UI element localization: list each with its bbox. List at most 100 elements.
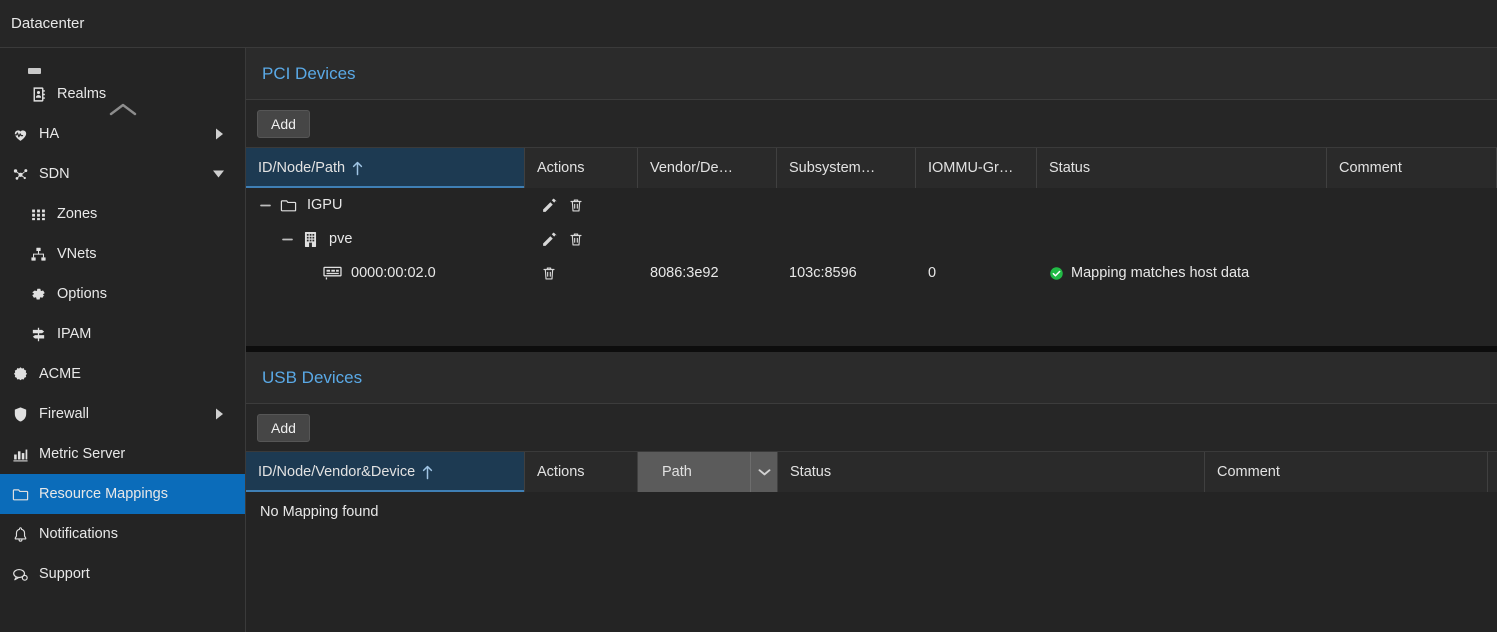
cell-iommu-group [916, 222, 1037, 256]
sidebar-item-label: VNets [57, 246, 97, 262]
pci-toolbar: Add [246, 100, 1497, 148]
column-header-vendor-de[interactable]: Vendor/De… [638, 148, 777, 188]
cell-subsystem [777, 222, 916, 256]
folder-icon [8, 486, 32, 503]
delete-icon[interactable] [541, 265, 557, 282]
sidebar-item-resource-mappings[interactable]: Resource Mappings [0, 474, 245, 514]
column-header-label: Vendor/De… [650, 160, 734, 176]
sidebar-item-metric-server[interactable]: Metric Server [0, 434, 245, 474]
cell-status [1037, 222, 1327, 256]
expand-arrow-right-icon[interactable] [214, 408, 225, 421]
column-header-label: Comment [1339, 160, 1402, 176]
sitemap-icon [26, 246, 50, 263]
comments-icon [8, 566, 32, 583]
expand-arrow-down-icon[interactable] [212, 169, 225, 180]
column-header-id-node-path[interactable]: ID/Node/Path [246, 148, 525, 188]
folder-icon [276, 197, 300, 214]
sidebar-item-label: Metric Server [39, 446, 126, 462]
network-nodes-icon [8, 166, 32, 183]
cell-subsystem: 103c:8596 [789, 265, 857, 281]
pci-grid-header: ID/Node/Path Actions Vendor/De… Subsystem… I… [246, 148, 1497, 188]
cell-iommu-group: 0 [928, 265, 937, 281]
column-header-actions[interactable]: Actions [525, 148, 638, 188]
delete-icon[interactable] [568, 231, 584, 248]
shield-icon [8, 406, 32, 423]
sort-ascending-icon [352, 161, 363, 176]
edit-icon[interactable] [541, 197, 558, 214]
pci-grid-rows: IGPU pve 0000:00:02.0 8086:3e92 103c:8596… [246, 188, 1497, 346]
content-area: PCI Devices Add ID/Node/Path Actions Vendo… [246, 48, 1497, 632]
usb-grid: ID/Node/Vendor&Device Actions Path Status Co… [246, 452, 1497, 632]
bar-chart-icon [8, 446, 32, 463]
column-header-label: Actions [537, 160, 585, 176]
sidebar-item-sdn[interactable]: SDN [0, 154, 245, 194]
tree-collapse-toggle[interactable] [276, 233, 298, 246]
sidebar-nav: Realms HA SDN Zones VNets Options IPAM ACME Fire… [0, 48, 246, 632]
cell-subsystem [777, 188, 916, 222]
tree-node-label: pve [329, 231, 353, 247]
delete-icon[interactable] [568, 197, 584, 214]
sidebar-item-realms[interactable]: Realms [0, 74, 245, 114]
sidebar-item-ha[interactable]: HA [0, 114, 245, 154]
column-header-status[interactable]: Status [1037, 148, 1327, 188]
pci-panel-header: PCI Devices [246, 48, 1497, 100]
column-header-iommu-gr[interactable]: IOMMU-Gr… [916, 148, 1037, 188]
table-row[interactable]: IGPU [246, 188, 1497, 222]
cell-actions [525, 222, 638, 256]
tree-node-label: IGPU [307, 197, 343, 213]
usb-panel-title: USB Devices [262, 367, 363, 387]
column-header-label: Comment [1217, 464, 1280, 480]
certificate-icon [8, 366, 32, 383]
column-header-actions[interactable]: Actions [525, 452, 638, 492]
cell-status [1037, 188, 1327, 222]
table-row[interactable]: 0000:00:02.0 8086:3e92 103c:8596 0 Mapping… [246, 256, 1497, 290]
cell-comment [1327, 188, 1497, 222]
usb-grid-rows: No Mapping found [246, 492, 1497, 632]
cell-comment [1327, 256, 1497, 290]
column-header-label: Subsystem… [789, 160, 876, 176]
column-header-status[interactable]: Status [778, 452, 1205, 492]
sidebar-item-acme[interactable]: ACME [0, 354, 245, 394]
pci-devices-panel: PCI Devices Add ID/Node/Path Actions Vendo… [246, 48, 1497, 346]
column-header-path[interactable]: Path [638, 452, 778, 492]
sidebar-item-label: SDN [39, 166, 70, 182]
sidebar-item-zones[interactable]: Zones [0, 194, 245, 234]
column-header-label: ID/Node/Vendor&Device [258, 464, 416, 480]
pci-card-icon [320, 265, 344, 281]
cell-vendor-device [638, 222, 777, 256]
status-label: Mapping matches host data [1071, 265, 1250, 281]
tree-collapse-toggle[interactable] [254, 199, 276, 212]
table-row[interactable]: pve [246, 222, 1497, 256]
column-header-label: ID/Node/Path [258, 160, 346, 176]
usb-panel-header: USB Devices [246, 352, 1497, 404]
tree-node-label: 0000:00:02.0 [351, 265, 436, 281]
pci-grid: ID/Node/Path Actions Vendor/De… Subsystem… I… [246, 148, 1497, 346]
column-header-label: IOMMU-Gr… [928, 160, 1014, 176]
usb-grid-header: ID/Node/Vendor&Device Actions Path Status Co… [246, 452, 1497, 492]
sidebar-item-vnets[interactable]: VNets [0, 234, 245, 274]
page-title: Datacenter [11, 15, 85, 32]
sort-ascending-icon [422, 465, 433, 480]
cell-vendor-device: 8086:3e92 [650, 265, 719, 281]
sidebar-item-label: IPAM [57, 326, 92, 342]
column-header-comment[interactable]: Comment [1327, 148, 1497, 188]
sidebar-item-label: HA [39, 126, 60, 142]
sidebar-item-support[interactable]: Support [0, 554, 245, 594]
expand-arrow-right-icon[interactable] [214, 128, 225, 141]
column-header-subsystem[interactable]: Subsystem… [777, 148, 916, 188]
sidebar-item-ipam[interactable]: IPAM [0, 314, 245, 354]
edit-icon[interactable] [541, 231, 558, 248]
sidebar-item-clipped[interactable] [0, 48, 245, 74]
column-header-comment[interactable]: Comment [1205, 452, 1488, 492]
column-header-id-node-vendor-device[interactable]: ID/Node/Vendor&Device [246, 452, 525, 492]
usb-add-button[interactable]: Add [257, 413, 310, 442]
usb-toolbar: Add [246, 404, 1497, 452]
cell-comment [1327, 222, 1497, 256]
sidebar-item-firewall[interactable]: Firewall [0, 394, 245, 434]
cell-vendor-device [638, 188, 777, 222]
sidebar-item-notifications[interactable]: Notifications [0, 514, 245, 554]
sidebar-item-options[interactable]: Options [0, 274, 245, 314]
sidebar-item-label: Support [39, 566, 90, 582]
column-menu-chevron-down-icon[interactable] [750, 452, 777, 492]
pci-add-button[interactable]: Add [257, 109, 310, 138]
